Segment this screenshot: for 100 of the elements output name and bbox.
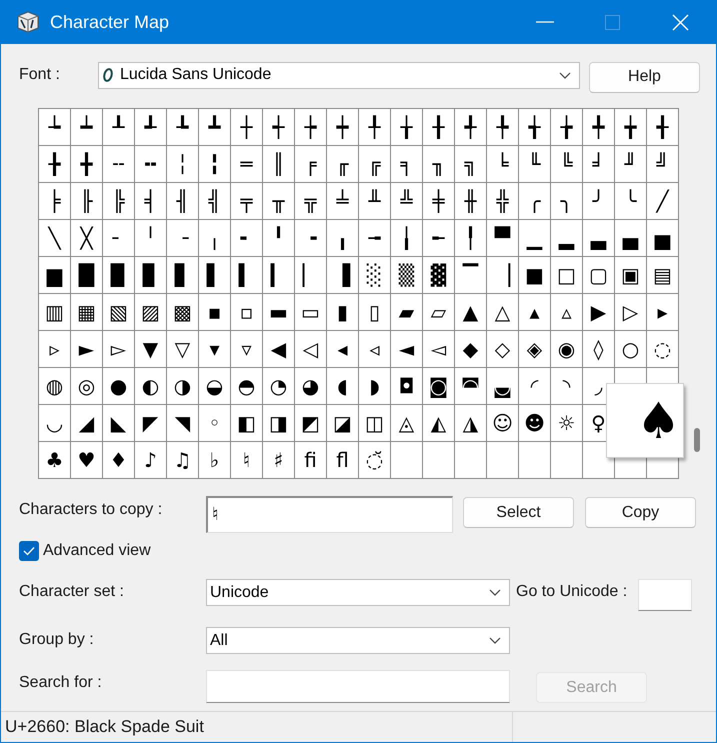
character-cell[interactable]: ▣	[615, 257, 646, 293]
character-cell[interactable]: ╷	[199, 220, 230, 256]
character-cell[interactable]: ▹	[39, 331, 70, 367]
character-cell[interactable]: ◉	[551, 331, 582, 367]
character-cell[interactable]: ▾	[199, 331, 230, 367]
character-cell[interactable]: ◌̆	[359, 442, 390, 478]
character-cell[interactable]: ╘	[487, 146, 518, 182]
character-cell[interactable]: ◗	[359, 368, 390, 404]
character-cell[interactable]: ═	[231, 146, 262, 182]
character-cell[interactable]: ﬂ	[327, 442, 358, 478]
character-cell[interactable]: ▽	[167, 331, 198, 367]
character-cell[interactable]: ▧	[103, 294, 134, 330]
character-cell[interactable]: ╩	[391, 183, 422, 219]
character-cell[interactable]: ╊	[39, 146, 70, 182]
character-cell[interactable]: ╼	[359, 220, 390, 256]
go-to-unicode-field[interactable]	[638, 579, 692, 611]
character-cell[interactable]: ◨	[263, 405, 294, 441]
character-cell[interactable]: ◁	[295, 331, 326, 367]
character-cell[interactable]: ▏	[295, 257, 326, 293]
character-cell[interactable]: ▫	[231, 294, 262, 330]
character-cell[interactable]: ▆	[39, 257, 70, 293]
character-cell[interactable]: ◂	[327, 331, 358, 367]
character-cell[interactable]: ▃	[583, 220, 614, 256]
character-cell[interactable]: ◙	[423, 368, 454, 404]
character-cell[interactable]: ◆	[455, 331, 486, 367]
character-cell[interactable]: ◭	[423, 405, 454, 441]
character-cell[interactable]: ╪	[423, 183, 454, 219]
character-cell[interactable]: ◑	[167, 368, 198, 404]
character-cell[interactable]: ╔	[359, 146, 390, 182]
character-cell[interactable]: ╿	[455, 220, 486, 256]
character-cell[interactable]: ▿	[231, 331, 262, 367]
character-cell[interactable]: ♥	[71, 442, 102, 478]
character-cell[interactable]: ◕	[295, 368, 326, 404]
character-cell[interactable]: ┼	[231, 109, 262, 145]
character-cell[interactable]: ┶	[39, 109, 70, 145]
character-cell[interactable]: ◇	[487, 331, 518, 367]
character-cell[interactable]: ◅	[423, 331, 454, 367]
character-cell[interactable]: ◚	[455, 368, 486, 404]
character-cell[interactable]: ◢	[71, 405, 102, 441]
character-cell[interactable]: ♭	[199, 442, 230, 478]
character-cell[interactable]: ▲	[455, 294, 486, 330]
character-cell[interactable]: █	[71, 257, 102, 293]
character-cell[interactable]: ╧	[327, 183, 358, 219]
character-cell[interactable]: ╚	[551, 146, 582, 182]
character-cell[interactable]: ╎	[167, 146, 198, 182]
character-cell[interactable]: ╨	[359, 183, 390, 219]
copy-button[interactable]: Copy	[585, 497, 696, 528]
character-cell[interactable]: ▶	[583, 294, 614, 330]
character-cell[interactable]: ╇	[583, 109, 614, 145]
character-cell[interactable]: ☺	[487, 405, 518, 441]
character-cell[interactable]: ◝	[551, 368, 582, 404]
font-dropdown[interactable]: Lucida Sans Unicode	[98, 62, 580, 88]
character-cell[interactable]: ◓	[231, 368, 262, 404]
character-cell[interactable]: ╕	[391, 146, 422, 182]
character-cell[interactable]: ╖	[423, 146, 454, 182]
character-cell[interactable]: ╽	[391, 220, 422, 256]
character-cell[interactable]: ╋	[71, 146, 102, 182]
character-cell[interactable]: ◀	[263, 331, 294, 367]
character-cell[interactable]: ☻	[519, 405, 550, 441]
character-cell[interactable]: ╾	[423, 220, 454, 256]
character-cell[interactable]: ┷	[71, 109, 102, 145]
character-cell[interactable]: ▯	[359, 294, 390, 330]
character-cell[interactable]: ╢	[167, 183, 198, 219]
character-cell[interactable]: ▨	[135, 294, 166, 330]
character-cell[interactable]: ◐	[135, 368, 166, 404]
character-cell[interactable]: ╤	[231, 183, 262, 219]
character-cell[interactable]: ╈	[615, 109, 646, 145]
character-cell[interactable]: ▵	[551, 294, 582, 330]
character-cell[interactable]: ◮	[455, 405, 486, 441]
character-cell[interactable]: ◥	[167, 405, 198, 441]
character-cell[interactable]: ◜	[519, 368, 550, 404]
character-cell[interactable]: ▐	[327, 257, 358, 293]
character-cell[interactable]: ▂	[551, 220, 582, 256]
character-cell[interactable]: ▁	[519, 220, 550, 256]
character-cell[interactable]: ╠	[103, 183, 134, 219]
character-cell[interactable]: ╅	[519, 109, 550, 145]
character-cell[interactable]: ◫	[359, 405, 390, 441]
character-cell[interactable]: ◈	[519, 331, 550, 367]
character-cell[interactable]: ╗	[455, 146, 486, 182]
character-cell[interactable]: ╂	[423, 109, 454, 145]
character-cell[interactable]: ◊	[583, 331, 614, 367]
character-cell[interactable]: ◩	[295, 405, 326, 441]
character-cell[interactable]: ▊	[135, 257, 166, 293]
character-cell[interactable]: ♦	[103, 442, 134, 478]
character-cell[interactable]: ╱	[647, 183, 678, 219]
character-cell[interactable]: ╴	[103, 220, 134, 256]
character-cell[interactable]: ◔	[263, 368, 294, 404]
character-cell[interactable]: ╄	[487, 109, 518, 145]
character-cell[interactable]: ▓	[423, 257, 454, 293]
character-cell[interactable]: ╯	[583, 183, 614, 219]
character-cell[interactable]: ▎	[263, 257, 294, 293]
character-set-dropdown[interactable]: Unicode	[206, 579, 510, 606]
character-cell[interactable]: ▰	[391, 294, 422, 330]
character-cell[interactable]: ◌	[647, 331, 678, 367]
character-cell[interactable]: ◛	[487, 368, 518, 404]
characters-to-copy-field[interactable]: ♮	[206, 496, 453, 533]
character-cell[interactable]: ♣	[39, 442, 70, 478]
character-cell[interactable]: ┸	[103, 109, 134, 145]
character-cell[interactable]: ♯	[263, 442, 294, 478]
character-cell[interactable]: ╓	[327, 146, 358, 182]
